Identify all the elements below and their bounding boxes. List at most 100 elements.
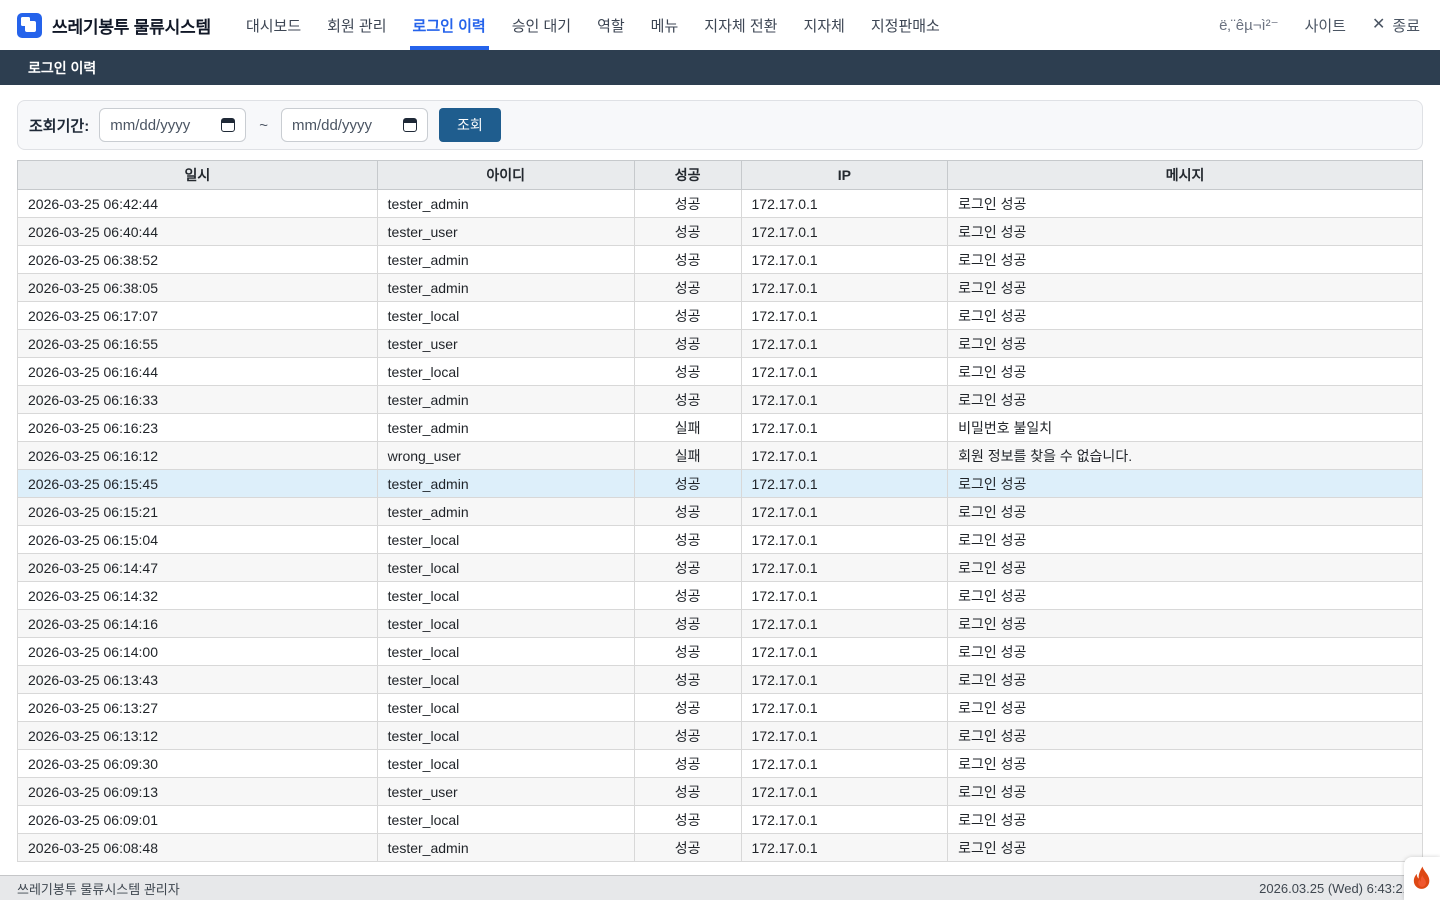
cell-status: 성공	[634, 778, 741, 806]
cell-message: 로그인 성공	[948, 302, 1423, 330]
login-history-table: 일시아이디성공IP메시지 2026-03-25 06:42:44 tester_…	[17, 160, 1423, 862]
nav-item-3[interactable]: 승인 대기	[499, 0, 584, 50]
cell-user-id: tester_local	[377, 694, 634, 722]
nav-item-2[interactable]: 로그인 이력	[400, 0, 499, 50]
page-title-bar: 로그인 이력	[0, 50, 1440, 85]
cell-datetime: 2026-03-25 06:14:16	[18, 610, 378, 638]
table-row[interactable]: 2026-03-25 06:15:04 tester_local 성공 172.…	[18, 526, 1423, 554]
cell-datetime: 2026-03-25 06:15:21	[18, 498, 378, 526]
cell-datetime: 2026-03-25 06:13:27	[18, 694, 378, 722]
table-row[interactable]: 2026-03-25 06:09:13 tester_user 성공 172.1…	[18, 778, 1423, 806]
cell-status: 성공	[634, 330, 741, 358]
cell-datetime: 2026-03-25 06:16:12	[18, 442, 378, 470]
cell-message: 로그인 성공	[948, 218, 1423, 246]
cell-ip: 172.17.0.1	[741, 190, 948, 218]
cell-message: 로그인 성공	[948, 526, 1423, 554]
debug-toolbar-toggle[interactable]	[1404, 857, 1440, 900]
cell-user-id: tester_user	[377, 218, 634, 246]
nav-item-8[interactable]: 지정판매소	[858, 0, 953, 50]
close-x-icon: ✕	[1372, 17, 1385, 33]
table-row[interactable]: 2026-03-25 06:15:45 tester_admin 성공 172.…	[18, 470, 1423, 498]
cell-status: 성공	[634, 190, 741, 218]
cell-message: 로그인 성공	[948, 470, 1423, 498]
cell-user-id: tester_user	[377, 778, 634, 806]
table-row[interactable]: 2026-03-25 06:13:12 tester_local 성공 172.…	[18, 722, 1423, 750]
cell-datetime: 2026-03-25 06:42:44	[18, 190, 378, 218]
cell-status: 성공	[634, 806, 741, 834]
cell-message: 회원 정보를 찾을 수 없습니다.	[948, 442, 1423, 470]
cell-ip: 172.17.0.1	[741, 582, 948, 610]
table-row[interactable]: 2026-03-25 06:42:44 tester_admin 성공 172.…	[18, 190, 1423, 218]
nav-item-5[interactable]: 메뉴	[638, 0, 692, 50]
nav-item-0[interactable]: 대시보드	[233, 0, 314, 50]
cell-datetime: 2026-03-25 06:38:52	[18, 246, 378, 274]
cell-user-id: tester_admin	[377, 414, 634, 442]
search-button[interactable]: 조회	[439, 108, 501, 142]
cell-user-id: tester_admin	[377, 246, 634, 274]
site-link[interactable]: 사이트	[1305, 15, 1346, 36]
cell-user-id: tester_admin	[377, 190, 634, 218]
cell-ip: 172.17.0.1	[741, 666, 948, 694]
cell-message: 로그인 성공	[948, 666, 1423, 694]
nav-item-1[interactable]: 회원 관리	[314, 0, 399, 50]
cell-status: 성공	[634, 638, 741, 666]
date-to-value: mm/dd/yyyy	[292, 117, 395, 134]
table-row[interactable]: 2026-03-25 06:13:43 tester_local 성공 172.…	[18, 666, 1423, 694]
cell-message: 로그인 성공	[948, 190, 1423, 218]
table-row[interactable]: 2026-03-25 06:14:00 tester_local 성공 172.…	[18, 638, 1423, 666]
nav-item-4[interactable]: 역할	[584, 0, 638, 50]
cell-user-id: tester_local	[377, 666, 634, 694]
cell-datetime: 2026-03-25 06:17:07	[18, 302, 378, 330]
table-row[interactable]: 2026-03-25 06:17:07 tester_local 성공 172.…	[18, 302, 1423, 330]
nav-item-6[interactable]: 지자체 전환	[691, 0, 790, 50]
table-row[interactable]: 2026-03-25 06:09:30 tester_local 성공 172.…	[18, 750, 1423, 778]
page-title: 로그인 이력	[28, 58, 96, 78]
nav-item-7[interactable]: 지자체	[790, 0, 857, 50]
table-row[interactable]: 2026-03-25 06:13:27 tester_local 성공 172.…	[18, 694, 1423, 722]
calendar-icon[interactable]	[221, 118, 235, 132]
logout-button[interactable]: ✕ 종료	[1372, 15, 1420, 36]
table-row[interactable]: 2026-03-25 06:09:01 tester_local 성공 172.…	[18, 806, 1423, 834]
cell-ip: 172.17.0.1	[741, 274, 948, 302]
cell-ip: 172.17.0.1	[741, 246, 948, 274]
table-row[interactable]: 2026-03-25 06:38:05 tester_admin 성공 172.…	[18, 274, 1423, 302]
table-row[interactable]: 2026-03-25 06:15:21 tester_admin 성공 172.…	[18, 498, 1423, 526]
table-row[interactable]: 2026-03-25 06:16:23 tester_admin 실패 172.…	[18, 414, 1423, 442]
range-separator: ~	[259, 117, 268, 134]
search-filter-card: 조회기간: mm/dd/yyyy ~ mm/dd/yyyy 조회	[17, 100, 1423, 150]
table-row[interactable]: 2026-03-25 06:16:12 wrong_user 실패 172.17…	[18, 442, 1423, 470]
table-row[interactable]: 2026-03-25 06:14:47 tester_local 성공 172.…	[18, 554, 1423, 582]
calendar-icon[interactable]	[403, 118, 417, 132]
date-from-input[interactable]: mm/dd/yyyy	[99, 108, 246, 142]
brand[interactable]: 쓰레기봉투 물류시스템	[17, 13, 211, 38]
column-header: 성공	[634, 161, 741, 190]
table-row[interactable]: 2026-03-25 06:14:32 tester_local 성공 172.…	[18, 582, 1423, 610]
table-row[interactable]: 2026-03-25 06:16:55 tester_user 성공 172.1…	[18, 330, 1423, 358]
table-row[interactable]: 2026-03-25 06:16:44 tester_local 성공 172.…	[18, 358, 1423, 386]
date-range-label: 조회기간:	[29, 115, 89, 136]
cell-ip: 172.17.0.1	[741, 302, 948, 330]
table-row[interactable]: 2026-03-25 06:08:48 tester_admin 성공 172.…	[18, 834, 1423, 862]
cell-user-id: tester_admin	[377, 498, 634, 526]
cell-datetime: 2026-03-25 06:14:32	[18, 582, 378, 610]
date-to-input[interactable]: mm/dd/yyyy	[281, 108, 428, 142]
table-row[interactable]: 2026-03-25 06:38:52 tester_admin 성공 172.…	[18, 246, 1423, 274]
cell-message: 로그인 성공	[948, 386, 1423, 414]
cell-message: 로그인 성공	[948, 330, 1423, 358]
cell-status: 성공	[634, 302, 741, 330]
table-row[interactable]: 2026-03-25 06:40:44 tester_user 성공 172.1…	[18, 218, 1423, 246]
table-row[interactable]: 2026-03-25 06:16:33 tester_admin 성공 172.…	[18, 386, 1423, 414]
cell-message: 로그인 성공	[948, 694, 1423, 722]
cell-message: 로그인 성공	[948, 778, 1423, 806]
table-row[interactable]: 2026-03-25 06:14:16 tester_local 성공 172.…	[18, 610, 1423, 638]
app-logo-icon	[17, 13, 42, 38]
cell-datetime: 2026-03-25 06:15:04	[18, 526, 378, 554]
cell-datetime: 2026-03-25 06:09:13	[18, 778, 378, 806]
footer-datetime: 2026.03.25 (Wed) 6:43:21	[1259, 881, 1410, 896]
cell-status: 성공	[634, 246, 741, 274]
cell-user-id: tester_local	[377, 526, 634, 554]
cell-ip: 172.17.0.1	[741, 442, 948, 470]
cell-ip: 172.17.0.1	[741, 498, 948, 526]
cell-ip: 172.17.0.1	[741, 386, 948, 414]
cell-status: 성공	[634, 358, 741, 386]
